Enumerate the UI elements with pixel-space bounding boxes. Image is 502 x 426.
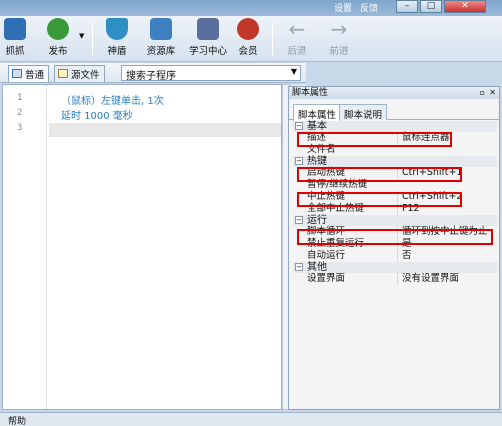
property-value[interactable]: 否 — [397, 250, 497, 262]
line-number-gutter: 1 2 3 — [3, 85, 47, 409]
learning-center-icon — [197, 18, 219, 40]
category-basic[interactable]: − 基本 — [293, 121, 497, 132]
properties-panel-title: 脚本属性 ▫ ✕ — [289, 87, 499, 99]
tab-script-properties[interactable]: 脚本属性 — [293, 104, 342, 121]
resource-library-icon — [150, 18, 172, 40]
code-line[interactable]: （鼠标）左键单击, 1次 — [61, 92, 164, 107]
subroutine-select-value: 搜索子程序 — [126, 71, 176, 82]
subroutine-search-select[interactable]: 搜索子程序 ▼ — [121, 65, 301, 82]
status-bar: 帮助 — [0, 412, 502, 426]
settings-link[interactable]: 设置 — [334, 1, 352, 14]
toolbar-separator — [272, 22, 273, 56]
annotation-box — [297, 167, 462, 182]
editor-tab-bar: 普通 源文件 搜索子程序 ▼ — [0, 63, 306, 83]
category-label: 运行 — [307, 215, 327, 226]
shield-icon — [106, 18, 128, 40]
tab-source[interactable]: 源文件 — [54, 65, 105, 82]
annotation-box — [297, 229, 493, 245]
category-other[interactable]: − 其他 — [293, 262, 497, 273]
publish-icon — [47, 18, 69, 40]
grab-label: 抓抓 — [5, 46, 25, 57]
collapse-icon[interactable]: − — [295, 122, 303, 130]
publish-button[interactable]: 发布 — [44, 18, 72, 60]
back-button[interactable]: ← 后退 — [283, 18, 311, 60]
toolbar-separator — [92, 22, 93, 56]
member-icon — [237, 18, 259, 40]
property-row-settings-ui[interactable]: 设置界面 没有设置界面 — [293, 273, 497, 285]
line-number: 1 — [17, 93, 23, 103]
forward-label: 前进 — [329, 46, 349, 57]
properties-panel: 脚本属性 ▫ ✕ 脚本属性 脚本说明 − 基本 描述 鼠标连点器 文件名 − 热键 … — [288, 86, 500, 410]
shield-label: 神盾 — [107, 46, 127, 57]
normal-view-icon — [12, 69, 22, 78]
line-number: 2 — [17, 108, 23, 118]
current-line-highlight — [49, 123, 281, 137]
property-key: 设置界面 — [307, 273, 346, 284]
shield-button[interactable]: 神盾 — [103, 18, 131, 60]
maximize-button[interactable]: □ — [420, 0, 442, 13]
member-label: 会员 — [238, 46, 258, 57]
annotation-box — [297, 192, 462, 207]
status-text: 帮助 — [8, 417, 27, 426]
pin-icon[interactable]: ▫ — [480, 87, 485, 99]
annotation-box — [297, 132, 452, 147]
properties-title-text: 脚本属性 — [292, 88, 329, 98]
property-key: 自动运行 — [307, 250, 346, 261]
property-value[interactable]: 没有设置界面 — [397, 273, 497, 285]
publish-label: 发布 — [48, 46, 68, 57]
property-row-auto-run[interactable]: 自动运行 否 — [293, 250, 497, 262]
close-button[interactable]: ✕ — [444, 0, 486, 13]
back-arrow-icon: ← — [288, 17, 306, 41]
category-hotkey[interactable]: − 热键 — [293, 156, 497, 167]
tab-normal-label: 普通 — [25, 70, 45, 81]
category-label: 基本 — [307, 121, 327, 132]
collapse-icon[interactable]: − — [295, 263, 303, 271]
source-file-icon — [58, 69, 68, 78]
minimize-button[interactable]: – — [396, 0, 418, 13]
resource-library-label: 资源库 — [146, 46, 176, 57]
grab-button[interactable]: 抓抓 — [2, 18, 28, 60]
category-label: 其他 — [307, 262, 327, 273]
member-button[interactable]: 会员 — [234, 18, 262, 60]
chevron-down-icon: ▼ — [290, 67, 297, 76]
forward-arrow-icon: → — [330, 17, 348, 41]
category-label: 热键 — [307, 156, 327, 167]
forward-button[interactable]: → 前进 — [325, 18, 353, 60]
grab-icon — [4, 18, 26, 40]
resource-library-button[interactable]: 资源库 — [143, 18, 179, 60]
tab-script-description[interactable]: 脚本说明 — [339, 104, 388, 121]
properties-tabs: 脚本属性 脚本说明 — [289, 102, 499, 121]
publish-dropdown-icon[interactable]: ▼ — [79, 32, 84, 40]
tab-normal[interactable]: 普通 — [8, 65, 50, 82]
collapse-icon[interactable]: − — [295, 216, 303, 224]
line-number: 3 — [17, 123, 23, 133]
feedback-link[interactable]: 反馈 — [360, 1, 378, 14]
code-line[interactable]: 延时 1000 毫秒 — [61, 107, 133, 122]
learning-center-label: 学习中心 — [188, 46, 227, 57]
learning-center-button[interactable]: 学习中心 — [186, 18, 230, 60]
code-editor[interactable]: 1 2 3 （鼠标）左键单击, 1次 延时 1000 毫秒 — [2, 84, 282, 410]
back-label: 后退 — [287, 46, 307, 57]
title-bar: 设置 反馈 – □ ✕ — [0, 0, 502, 16]
close-icon[interactable]: ✕ — [489, 87, 496, 99]
category-run[interactable]: − 运行 — [293, 215, 497, 226]
collapse-icon[interactable]: − — [295, 157, 303, 165]
tab-source-label: 源文件 — [71, 70, 100, 81]
toolbar: 抓抓 发布 ▼ 神盾 资源库 学习中心 会员 ← 后退 → 前进 — [0, 16, 502, 62]
